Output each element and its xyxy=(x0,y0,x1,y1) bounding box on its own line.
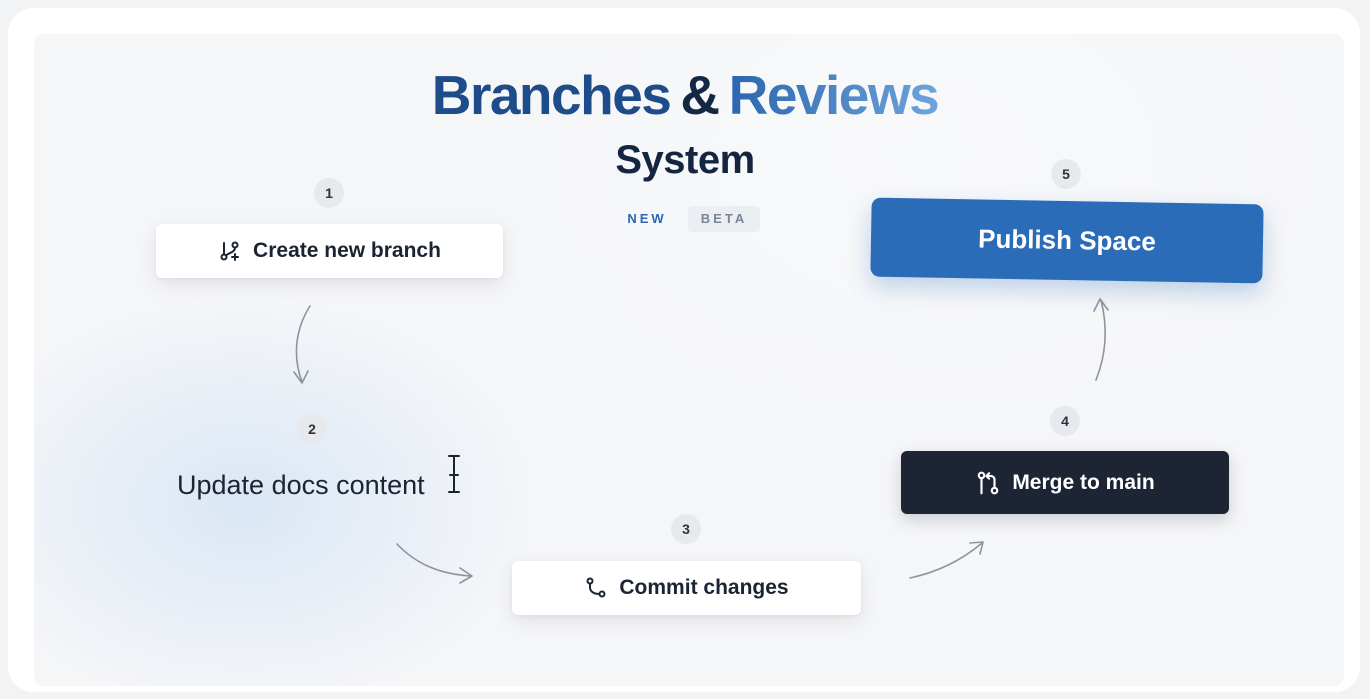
step-1-number: 1 xyxy=(314,178,344,208)
merge-to-main-card[interactable]: Merge to main xyxy=(901,451,1229,514)
step-5-number: 5 xyxy=(1051,159,1081,189)
step-4-number: 4 xyxy=(1050,406,1080,436)
commit-changes-label: Commit changes xyxy=(619,576,789,599)
publish-space-button[interactable]: Publish Space xyxy=(870,197,1264,284)
arrow-4-to-5 xyxy=(1095,299,1106,381)
git-merge-icon xyxy=(975,470,1001,496)
update-docs-text[interactable]: Update docs content xyxy=(177,470,425,501)
create-branch-label: Create new branch xyxy=(253,239,441,262)
publish-space-label: Publish Space xyxy=(977,223,1157,257)
step-2-number: 2 xyxy=(297,414,327,444)
merge-to-main-label: Merge to main xyxy=(1012,470,1155,494)
commit-changes-card[interactable]: Commit changes xyxy=(512,561,861,615)
text-cursor-icon xyxy=(444,453,464,500)
git-commit-icon xyxy=(584,576,608,600)
git-branch-plus-icon xyxy=(218,239,242,263)
arrowhead-4-to-5 xyxy=(1093,298,1109,312)
arrow-2-to-3 xyxy=(396,543,472,577)
step-3-number: 3 xyxy=(671,514,701,544)
create-branch-card[interactable]: Create new branch xyxy=(156,224,503,278)
arrow-3-to-4 xyxy=(909,542,983,579)
